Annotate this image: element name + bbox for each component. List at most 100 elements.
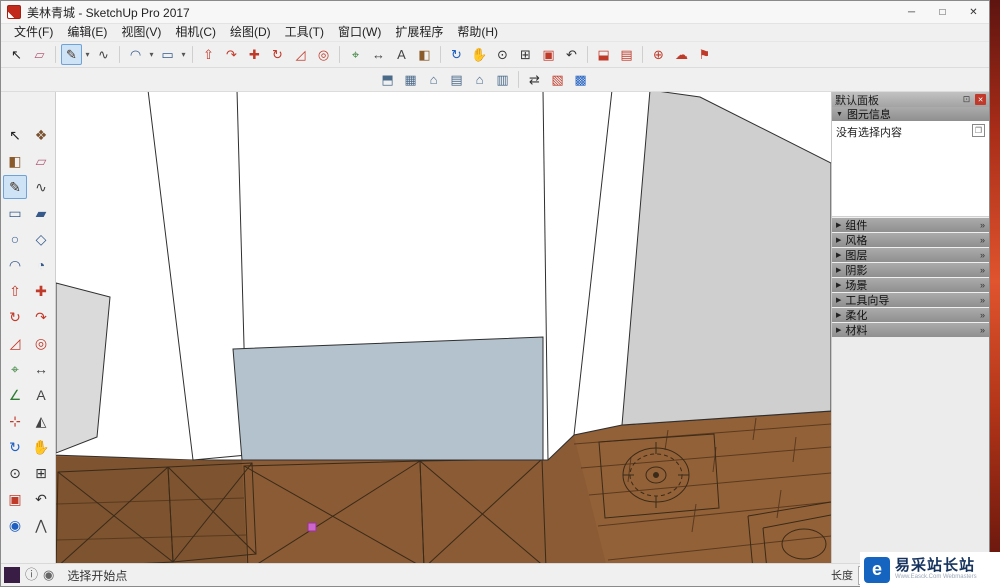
- select-tool[interactable]: ↖: [3, 123, 27, 147]
- line-tool[interactable]: ✎: [3, 175, 27, 199]
- section-components[interactable]: ▶ 组件 »: [832, 218, 989, 232]
- left-view[interactable]: ▥: [492, 69, 513, 90]
- orbit-tool[interactable]: ↻: [3, 435, 27, 459]
- orbit-tool[interactable]: ↻: [446, 44, 467, 65]
- rectangle-tool[interactable]: ▭: [3, 201, 27, 225]
- title-bar[interactable]: 美林青城 - SketchUp Pro 2017 ─ □ ✕: [1, 1, 989, 24]
- look-around-tool[interactable]: ◉: [3, 513, 27, 537]
- previous-view-tool[interactable]: ↶: [561, 44, 582, 65]
- 3d-text-tool[interactable]: ◭: [29, 409, 53, 433]
- menu-extensions[interactable]: 扩展程序: [388, 24, 450, 41]
- shapes-tool-dropdown[interactable]: ▾: [179, 44, 188, 65]
- push-pull-tool[interactable]: ⇧: [198, 44, 219, 65]
- move-tool[interactable]: ✚: [29, 279, 53, 303]
- section-soften[interactable]: ▶ 柔化 »: [832, 308, 989, 322]
- model-viewport[interactable]: [56, 92, 831, 563]
- top-view[interactable]: ▦: [400, 69, 421, 90]
- dimension-tool[interactable]: ↔: [368, 44, 389, 65]
- section-instructor[interactable]: ▶ 工具向导 »: [832, 293, 989, 307]
- section-shadows[interactable]: ▶ 阴影 »: [832, 263, 989, 277]
- section-scenes[interactable]: ▶ 场景 »: [832, 278, 989, 292]
- select-tool[interactable]: ↖: [6, 44, 27, 65]
- walk-through-tool[interactable]: ⇄: [524, 69, 545, 90]
- walk-tool[interactable]: ⋀: [29, 513, 53, 537]
- section-display-toggle[interactable]: ▤: [616, 44, 637, 65]
- follow-me-tool[interactable]: ↷: [221, 44, 242, 65]
- pan-tool[interactable]: ✋: [29, 435, 53, 459]
- separator[interactable]: [55, 46, 56, 63]
- text-tool[interactable]: A: [29, 383, 53, 407]
- arc-tool[interactable]: ◠: [3, 253, 27, 277]
- pan-tool[interactable]: ✋: [469, 44, 490, 65]
- zoom-extents-tool[interactable]: ▣: [538, 44, 559, 65]
- separator[interactable]: [119, 46, 120, 63]
- section-layers[interactable]: ▶ 图层 »: [832, 248, 989, 262]
- rotate-tool[interactable]: ↻: [3, 305, 27, 329]
- follow-me-tool[interactable]: ↷: [29, 305, 53, 329]
- zoom-window-tool[interactable]: ⊞: [29, 461, 53, 485]
- polygon-tool[interactable]: ◇: [29, 227, 53, 251]
- arc-tool[interactable]: ◠: [125, 44, 146, 65]
- zoom-extents-tool[interactable]: ▣: [3, 487, 27, 511]
- offset-tool[interactable]: ◎: [313, 44, 334, 65]
- eraser-tool[interactable]: ▱: [29, 149, 53, 173]
- panel-title-bar[interactable]: 默认面板 ⊡ ✕: [832, 92, 989, 107]
- menu-window[interactable]: 窗口(W): [331, 24, 388, 41]
- text-tool[interactable]: A: [391, 44, 412, 65]
- separator[interactable]: [339, 46, 340, 63]
- menu-camera[interactable]: 相机(C): [168, 24, 223, 41]
- arc-tool-dropdown[interactable]: ▾: [147, 44, 156, 65]
- tape-measure-tool[interactable]: ⌖: [3, 357, 27, 381]
- section-materials[interactable]: ▶ 材料 »: [832, 323, 989, 337]
- tape-measure-tool[interactable]: ⌖: [345, 44, 366, 65]
- menu-help[interactable]: 帮助(H): [450, 24, 505, 41]
- push-pull-tool[interactable]: ⇧: [3, 279, 27, 303]
- front-view[interactable]: ⌂: [423, 69, 444, 90]
- right-view[interactable]: ▤: [446, 69, 467, 90]
- menu-edit[interactable]: 编辑(E): [60, 24, 114, 41]
- close-button[interactable]: ✕: [958, 1, 989, 23]
- freehand-tool[interactable]: ∿: [29, 175, 53, 199]
- eraser-tool[interactable]: ▱: [29, 44, 50, 65]
- separator[interactable]: [642, 46, 643, 63]
- dimension-tool[interactable]: ↔: [29, 357, 53, 381]
- freehand-tool[interactable]: ∿: [93, 44, 114, 65]
- x-ray-mode[interactable]: ▧: [547, 69, 568, 90]
- back-view[interactable]: ⌂: [469, 69, 490, 90]
- geo-location-tool[interactable]: ⊕: [648, 44, 669, 65]
- panel-close-icon[interactable]: ✕: [975, 94, 986, 105]
- zoom-window-tool[interactable]: ⊞: [515, 44, 536, 65]
- scale-tool[interactable]: ◿: [3, 331, 27, 355]
- section-plane-tool[interactable]: ⬓: [593, 44, 614, 65]
- rotate-tool[interactable]: ↻: [267, 44, 288, 65]
- protractor-tool[interactable]: ∠: [3, 383, 27, 407]
- circle-tool[interactable]: ○: [3, 227, 27, 251]
- make-component-tool[interactable]: ❖: [29, 123, 53, 147]
- section-entity-info[interactable]: ▼ 图元信息: [832, 107, 989, 121]
- maximize-button[interactable]: □: [927, 1, 958, 23]
- minimize-button[interactable]: ─: [896, 1, 927, 23]
- shaded-mode[interactable]: ▩: [570, 69, 591, 90]
- move-tool[interactable]: ✚: [244, 44, 265, 65]
- axes-tool[interactable]: ⊹: [3, 409, 27, 433]
- menu-draw[interactable]: 绘图(D): [223, 24, 278, 41]
- pie-tool[interactable]: ◔: [29, 253, 53, 277]
- info-icon[interactable]: ⓘ: [25, 567, 38, 583]
- shapes-tool[interactable]: ▭: [157, 44, 178, 65]
- section-styles[interactable]: ▶ 风格 »: [832, 233, 989, 247]
- offset-tool[interactable]: ◎: [29, 331, 53, 355]
- line-tool-dropdown[interactable]: ▾: [83, 44, 92, 65]
- panel-options-icon[interactable]: ⊡: [961, 94, 972, 105]
- zoom-tool[interactable]: ⊙: [492, 44, 513, 65]
- photo-textures-tool[interactable]: ⚑: [694, 44, 715, 65]
- paint-bucket-tool[interactable]: ◧: [414, 44, 435, 65]
- add-location-tool[interactable]: ☁: [671, 44, 692, 65]
- scale-tool[interactable]: ◿: [290, 44, 311, 65]
- menu-file[interactable]: 文件(F): [7, 24, 60, 41]
- line-tool[interactable]: ✎: [61, 44, 82, 65]
- zoom-tool[interactable]: ⊙: [3, 461, 27, 485]
- paint-bucket-tool[interactable]: ◧: [3, 149, 27, 173]
- menu-tools[interactable]: 工具(T): [278, 24, 331, 41]
- iso-view[interactable]: ⬒: [377, 69, 398, 90]
- previous-view-tool[interactable]: ↶: [29, 487, 53, 511]
